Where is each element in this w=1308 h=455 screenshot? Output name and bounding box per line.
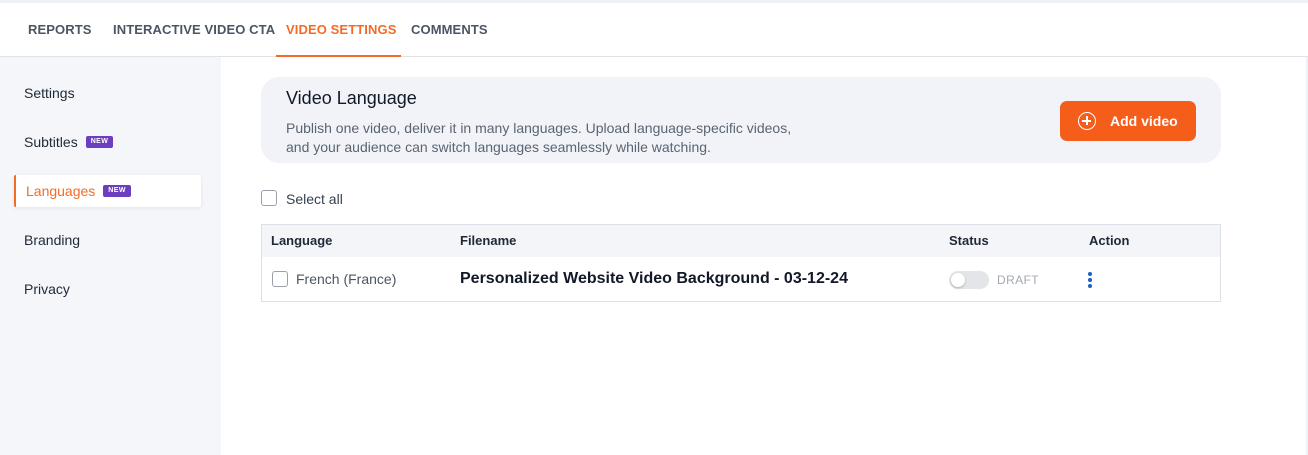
select-all-checkbox[interactable] <box>261 190 277 206</box>
column-header-filename: Filename <box>460 233 517 248</box>
publish-toggle[interactable] <box>949 271 989 289</box>
banner-title: Video Language <box>286 88 417 108</box>
tab-video-settings[interactable]: VIDEO SETTINGS <box>275 3 402 57</box>
column-header-action: Action <box>1089 233 1130 248</box>
tab-interactive-video-cta[interactable]: INTERACTIVE VIDEO CTA <box>113 3 275 56</box>
row-filename: Personalized Website Video Background - … <box>460 270 848 287</box>
video-language-banner: Video Language Publish one video, delive… <box>261 77 1221 163</box>
banner-description: Publish one video, deliver it in many la… <box>286 120 792 155</box>
language-videos-table: Language Filename Status Action French (… <box>261 224 1221 302</box>
add-video-label: Add video <box>1110 113 1178 129</box>
sidebar-item-label: Branding <box>24 232 81 248</box>
new-badge: NEW <box>103 185 131 197</box>
sidebar-item-label: Languages <box>26 183 96 199</box>
sidebar-item-branding[interactable]: Branding <box>14 224 201 256</box>
tab-comments[interactable]: COMMENTS <box>411 3 488 56</box>
sidebar-item-subtitles[interactable]: Subtitles NEW <box>14 126 201 158</box>
sidebar-item-label: Privacy <box>24 281 70 297</box>
row-checkbox[interactable] <box>272 271 288 287</box>
column-header-status: Status <box>949 233 989 248</box>
tab-reports[interactable]: REPORTS <box>28 3 92 56</box>
table-header: Language Filename Status Action <box>262 225 1220 257</box>
tab-bar: REPORTS INTERACTIVE VIDEO CTA VIDEO SETT… <box>0 3 1308 57</box>
more-vertical-icon[interactable] <box>1085 272 1095 288</box>
row-language: French (France) <box>296 271 397 287</box>
plus-circle-icon <box>1078 112 1096 130</box>
toggle-knob <box>951 273 965 287</box>
sidebar-item-privacy[interactable]: Privacy <box>14 273 201 305</box>
sidebar-item-languages[interactable]: Languages NEW <box>14 175 201 207</box>
add-video-button[interactable]: Add video <box>1060 101 1196 141</box>
sidebar-item-label: Subtitles <box>24 134 78 150</box>
sidebar-item-label: Settings <box>24 85 75 101</box>
new-badge: NEW <box>85 136 114 148</box>
column-header-language: Language <box>271 233 333 248</box>
sidebar-item-settings[interactable]: Settings <box>14 77 201 109</box>
status-text: DRAFT <box>997 273 1039 287</box>
settings-sidebar: Settings Subtitles NEW Languages NEW Bra… <box>0 57 221 455</box>
select-all-label: Select all <box>286 191 343 207</box>
